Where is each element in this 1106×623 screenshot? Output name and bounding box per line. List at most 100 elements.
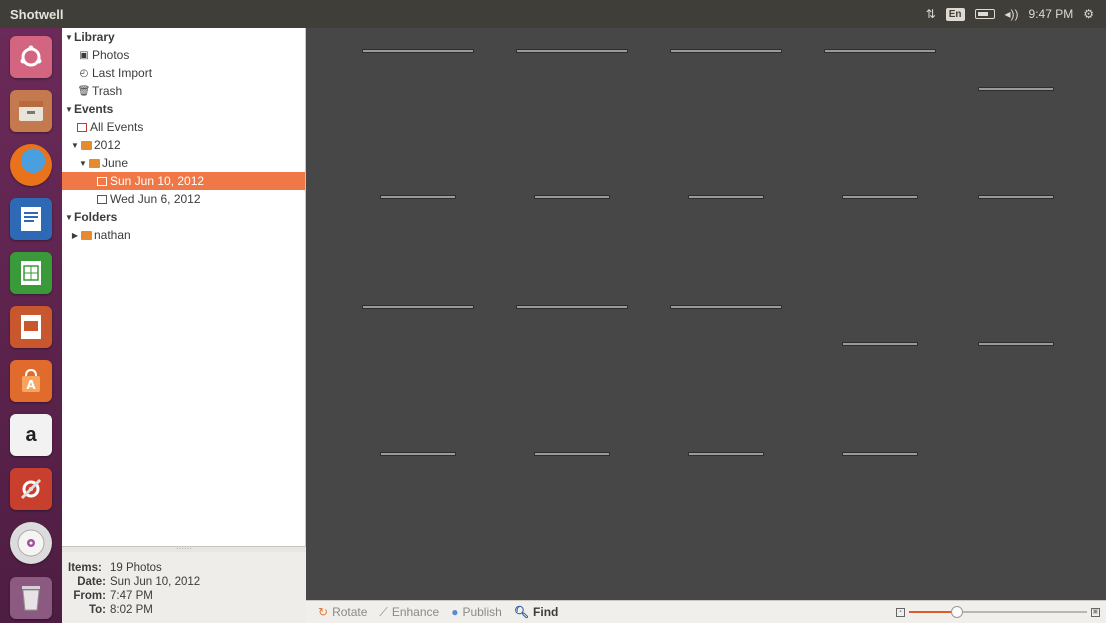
info-key: To: [88,604,106,616]
launcher: A a [0,28,62,623]
photo-thumbnail[interactable] [843,196,917,198]
photo-thumbnail[interactable] [381,453,455,455]
sidebar-library-header[interactable]: ▼ Library [62,28,305,46]
clock[interactable]: 9:47 PM [1029,7,1074,21]
sidebar-events-header[interactable]: ▼ Events [62,100,305,118]
last-import-icon: ◴ [79,67,89,79]
photo-viewer [306,28,1106,600]
sidebar-item-last-import[interactable]: ◴ Last Import [62,64,305,82]
photo-thumbnail[interactable] [689,196,763,198]
expander-icon[interactable]: ▼ [64,33,74,42]
zoom-slider-fill [909,611,958,613]
sidebar-label: Events [74,102,114,116]
calc-icon[interactable] [10,252,52,294]
photo-thumbnail[interactable] [979,343,1053,345]
info-value: 8:02 PM [110,604,153,616]
files-icon[interactable] [10,90,52,132]
disc-icon[interactable] [10,522,52,564]
enhance-button[interactable]: ⟋ Enhance [379,605,439,620]
sidebar-label: 2012 [94,138,121,152]
photo-thumbnail[interactable] [671,306,781,308]
app-title: Shotwell [10,6,64,22]
info-date-row: Date: Sun Jun 10, 2012 [68,576,306,590]
zoom-slider-knob[interactable] [951,606,964,618]
photos-icon: ▣ [79,49,89,61]
info-key: Date: [77,576,106,588]
photo-thumbnail[interactable] [535,453,609,455]
writer-icon[interactable] [10,198,52,240]
battery-icon[interactable] [974,9,995,19]
find-label: Find [533,605,559,619]
photo-thumbnail[interactable] [689,453,763,455]
bottom-toolbar: ↻ Rotate ⟋ Enhance ● Publish 🔍︎ Find ▪ ▣ [306,600,1106,623]
sidebar-label: nathan [94,228,131,242]
search-icon: 🔍︎ [513,605,530,619]
rotate-button[interactable]: ↻ Rotate [318,605,367,619]
expander-icon[interactable]: ▼ [78,159,88,168]
photo-thumbnail[interactable] [979,88,1053,90]
sidebar-folders-header[interactable]: ▼ Folders [62,208,305,226]
sidebar-label: Last Import [92,66,153,80]
network-icon[interactable]: ⇅ [926,7,936,21]
photo-thumbnail[interactable] [979,196,1053,198]
expander-icon[interactable]: ▼ [70,141,80,150]
photo-thumbnail[interactable] [363,306,473,308]
system-settings-icon[interactable] [10,468,52,510]
info-key: Items: [68,562,102,574]
sidebar-item-year-2012[interactable]: ▼ 2012 [62,136,305,154]
photo-thumbnail[interactable] [517,306,627,308]
sidebar-item-folder-nathan[interactable]: ▶ nathan [62,226,305,244]
dash-icon[interactable] [10,36,52,78]
expander-icon[interactable]: ▼ [64,213,74,222]
sidebar-label: Sun Jun 10, 2012 [110,174,205,188]
events-icon [76,122,88,133]
photo-thumbnail[interactable] [843,453,917,455]
settings-gear-icon[interactable]: ⚙ [1083,7,1094,21]
amazon-icon[interactable]: a [10,414,52,456]
sidebar: ▼ Library ▣ Photos ◴ Last Import 🗑 Trash… [62,28,306,550]
find-button[interactable]: 🔍︎ Find [514,605,559,619]
photo-thumbnail[interactable] [517,50,627,52]
rotate-icon: ↻ [318,605,329,619]
keyboard-icon[interactable]: En [945,7,965,21]
folder-icon [88,158,100,169]
sidebar-label: Wed Jun 6, 2012 [110,192,201,206]
expander-icon[interactable]: ▼ [64,105,74,114]
sidebar-item-trash[interactable]: 🗑 Trash [62,82,305,100]
zoom-in-icon[interactable]: ▣ [1091,607,1100,617]
svg-text:A: A [26,378,36,392]
photo-thumbnail[interactable] [843,343,917,345]
software-center-icon[interactable]: A [10,360,52,402]
publish-label: Publish [462,605,502,619]
rotate-label: Rotate [332,605,368,619]
firefox-icon[interactable] [10,144,52,186]
info-key: From: [73,590,106,602]
zoom-control: ▪ ▣ [896,606,1106,618]
sidebar-item-event-jun-6[interactable]: Wed Jun 6, 2012 [62,190,305,208]
photo-thumbnail[interactable] [363,50,473,52]
zoom-slider[interactable] [909,606,1087,618]
trash-icon[interactable] [10,577,52,619]
folder-icon [80,140,92,151]
photo-thumbnail[interactable] [535,196,609,198]
sidebar-item-june[interactable]: ▼ June [62,154,305,172]
photo-thumbnail[interactable] [825,50,935,52]
sidebar-label: June [102,156,129,170]
indicator-area: ⇅ En ◂)) 9:47 PM ⚙ [926,7,1106,21]
expander-collapsed-icon[interactable]: ▶ [70,231,80,240]
photo-thumbnail[interactable] [381,196,455,198]
top-panel: Shotwell ⇅ En ◂)) 9:47 PM ⚙ [0,0,1106,28]
enhance-icon: ⟋ [379,604,388,619]
photo-thumbnail[interactable] [671,50,781,52]
enhance-label: Enhance [391,605,440,619]
event-icon [96,176,108,187]
sidebar-item-all-events[interactable]: All Events [62,118,305,136]
sidebar-label: Trash [92,84,123,98]
volume-icon[interactable]: ◂)) [1005,7,1019,21]
impress-icon[interactable] [10,306,52,348]
zoom-out-icon[interactable]: ▪ [896,607,905,617]
publish-button[interactable]: ● Publish [451,605,502,619]
sidebar-item-photos[interactable]: ▣ Photos [62,46,305,64]
info-to-row: To: 8:02 PM [68,604,306,618]
sidebar-item-event-jun-10[interactable]: Sun Jun 10, 2012 [62,172,305,190]
